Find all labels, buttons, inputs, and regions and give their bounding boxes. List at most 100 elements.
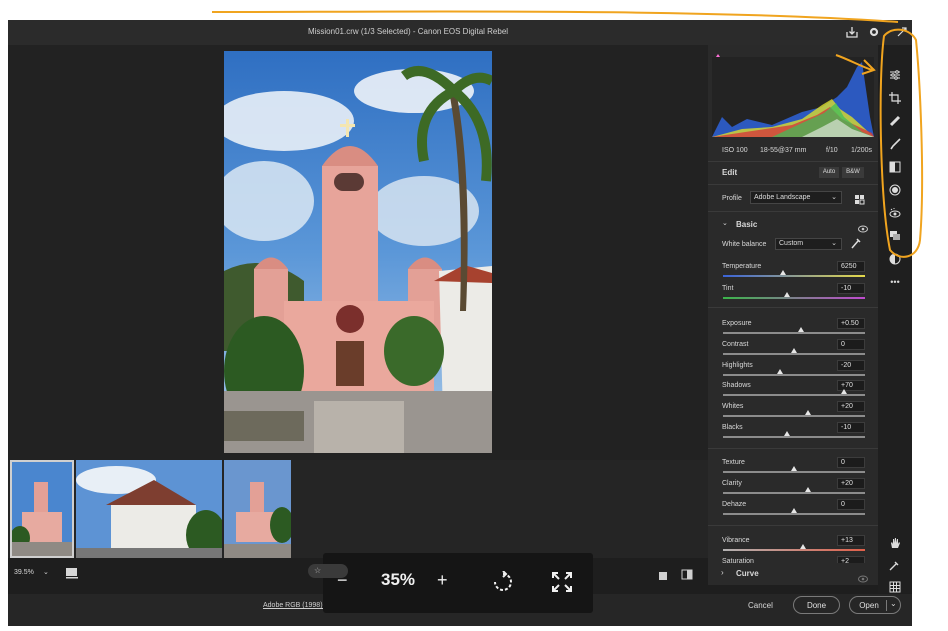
slider-value-input[interactable]: +20 [837,478,865,489]
fit-screen-icon[interactable] [551,571,573,598]
curve-section-header[interactable]: › Curve [708,563,878,585]
slider-track[interactable] [723,389,865,396]
slider-thumb[interactable] [779,270,786,275]
slider-value-input[interactable]: 0 [837,499,865,510]
done-button[interactable]: Done [793,596,840,614]
slider-thumb[interactable] [783,292,790,297]
cancel-button[interactable]: Cancel [748,601,773,610]
slider-label: Shadows [722,382,751,389]
slider-label: Dehaze [722,501,747,508]
zoom-value: 35% [380,570,416,589]
slider-label: Highlights [722,362,753,369]
slider-label: Vibrance [722,537,750,544]
slider-thumb[interactable] [805,487,812,492]
gear-icon[interactable] [868,26,880,41]
crop-icon[interactable] [886,92,904,110]
slider-value-input[interactable]: 6250 [837,261,865,272]
slider-value-input[interactable]: +0.50 [837,318,865,329]
zoom-in-button[interactable]: + [437,570,448,591]
iso-label: ISO 100 [722,147,748,154]
white-balance-value: Custom [779,240,804,247]
basic-section-title[interactable]: Basic [736,220,757,229]
slider-track[interactable] [723,410,865,417]
edit-title: Edit [722,168,738,177]
slider-thumb[interactable] [805,410,812,415]
gradient-icon[interactable] [886,161,904,179]
divider [708,161,878,162]
profile-browser-icon[interactable] [854,192,865,210]
slider-track[interactable] [723,270,865,277]
zoom-chevron-icon[interactable]: ⌄ [43,568,49,576]
slider-value-input[interactable]: 0 [837,457,865,468]
zoom-level-label[interactable]: 39.5% [14,569,34,576]
divider [708,211,878,212]
filmstrip-thumb[interactable] [224,460,291,558]
basic-chevron-icon[interactable]: ⌄ [722,219,728,227]
slider-thumb[interactable] [799,544,806,549]
save-icon[interactable] [846,26,858,41]
slider-thumb[interactable] [791,348,797,353]
star-rating[interactable]: ☆ [308,564,348,578]
slider-track[interactable] [723,487,865,494]
slider-label: Whites [722,403,744,410]
divider [708,184,878,185]
curve-section-title: Curve [736,569,759,578]
slider-track[interactable] [723,544,865,551]
slider-track[interactable] [723,292,865,299]
profile-select[interactable]: Adobe Landscape ⌄ [750,191,842,204]
slider-thumb[interactable] [776,369,783,374]
slider-track[interactable] [723,466,865,473]
eye-icon[interactable] [858,570,868,588]
rotate-icon[interactable] [492,570,514,598]
camera-raw-window: Mission01.crw (1/3 Selected) - Canon EOS… [8,20,912,626]
filmstrip-thumb[interactable] [76,460,222,558]
aperture-label: f/10 [826,147,838,154]
slider-track[interactable] [723,369,865,376]
open-options-chevron-icon[interactable]: ⌄ [890,599,897,608]
slider-track[interactable] [723,508,865,515]
slider-value-input[interactable]: +20 [837,401,865,412]
redeye-icon[interactable] [886,207,904,225]
slider-label: Exposure [722,320,752,327]
zoom-popup: − 35% + [323,553,593,613]
slider-track[interactable] [723,348,865,355]
radial-icon[interactable] [886,184,904,202]
image-canvas[interactable] [8,45,708,483]
grid-icon[interactable] [886,581,904,599]
slider-label: Contrast [722,341,749,348]
slider-track[interactable] [723,327,865,334]
slider-value-input[interactable]: -10 [837,422,865,433]
black-white-button[interactable]: B&W [842,167,864,178]
auto-button[interactable]: Auto [819,167,839,178]
slider-value-input[interactable]: 0 [837,339,865,350]
hand-icon[interactable] [886,537,904,555]
healing-icon[interactable] [886,115,904,133]
slider-thumb[interactable] [783,431,790,436]
chevron-down-icon: ⌄ [831,240,837,247]
filmstrip-thumb[interactable] [10,460,74,558]
slider-track[interactable] [723,431,865,438]
eyedropper-icon[interactable] [886,559,904,577]
snapshot-icon[interactable] [886,253,904,271]
white-balance-eyedropper-icon[interactable] [850,236,862,255]
more-icon[interactable]: ••• [886,273,904,291]
preview-photo [224,51,492,453]
histogram [712,57,874,137]
brush-icon[interactable] [886,138,904,156]
divider [708,448,878,449]
slider-thumb[interactable] [840,389,847,394]
slider-value-input[interactable]: +13 [837,535,865,546]
filmstrip-toggle-icon[interactable] [65,566,79,584]
slider-thumb[interactable] [791,508,797,513]
slider-thumb[interactable] [791,466,797,471]
slider-value-input[interactable]: -20 [837,360,865,371]
before-after-icon[interactable] [658,568,668,586]
sliders-icon[interactable] [886,69,904,87]
expand-icon[interactable] [896,26,908,41]
slider-label: Blacks [722,424,743,431]
slider-value-input[interactable]: -10 [837,283,865,294]
white-balance-select[interactable]: Custom ⌄ [775,238,842,250]
compare-view-icon[interactable] [681,567,693,585]
presets-icon[interactable] [886,230,904,248]
slider-thumb[interactable] [798,327,805,332]
